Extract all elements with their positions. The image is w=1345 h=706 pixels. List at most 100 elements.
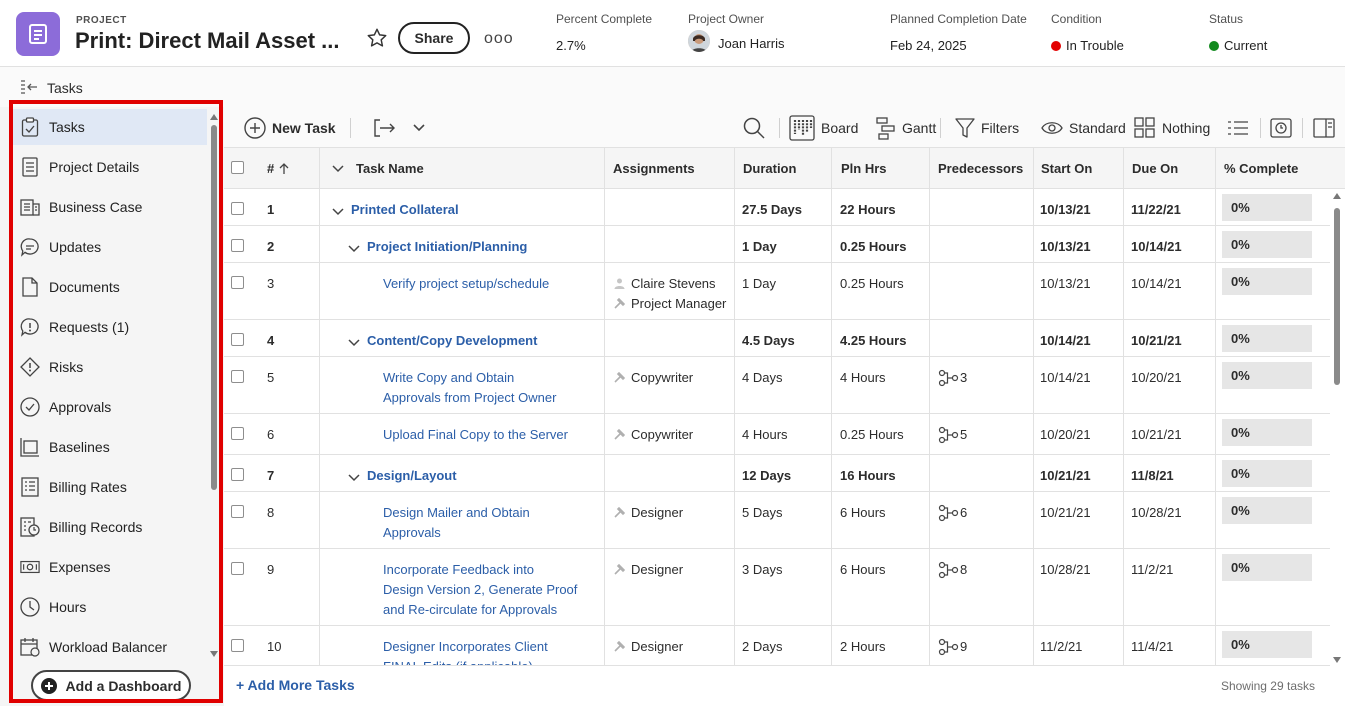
planned-hours[interactable]: 0.25 Hours	[840, 274, 904, 294]
planned-hours[interactable]: 16 Hours	[840, 466, 896, 486]
task-name-link[interactable]: Designer Incorporates Client FINAL Edits …	[383, 637, 548, 665]
planned-hours[interactable]: 6 Hours	[840, 503, 886, 523]
chevron-down-icon[interactable]	[348, 334, 360, 352]
percent-complete-cell[interactable]: 0%	[1222, 554, 1312, 581]
planned-hours[interactable]: 6 Hours	[840, 560, 886, 580]
project-title[interactable]: Print: Direct Mail Asset ...	[75, 28, 339, 54]
column-header-due-on[interactable]: Due On	[1132, 148, 1178, 189]
table-row[interactable]: 2 Project Initiation/Planning 1 Day 0.25 Ho…	[224, 226, 1330, 263]
predecessors[interactable]: 8	[938, 560, 967, 580]
percent-complete-cell[interactable]: 0%	[1222, 362, 1312, 389]
assignments[interactable]: Copywriter	[614, 425, 693, 445]
due-date[interactable]: 10/14/21	[1131, 237, 1182, 257]
predecessors[interactable]: 9	[938, 637, 967, 657]
predecessors[interactable]: 5	[938, 425, 967, 445]
task-name-link[interactable]: Design/Layout	[367, 466, 457, 486]
due-date[interactable]: 11/22/21	[1131, 200, 1181, 220]
percent-complete-cell[interactable]: 0%	[1222, 631, 1312, 658]
sidebar-item-project-details[interactable]: Project Details	[13, 149, 207, 185]
assignments[interactable]: Claire Stevens Project Manager	[614, 274, 726, 314]
start-date[interactable]: 10/20/21	[1040, 425, 1091, 445]
duration[interactable]: 3 Days	[742, 560, 782, 580]
search-icon[interactable]	[742, 107, 772, 148]
duration[interactable]: 5 Days	[742, 503, 782, 523]
sidebar-item-risks[interactable]: Risks	[13, 349, 207, 385]
row-checkbox[interactable]	[231, 562, 244, 575]
column-header-task-name[interactable]: Task Name	[332, 148, 424, 189]
due-date[interactable]: 10/28/21	[1131, 503, 1182, 523]
table-row[interactable]: 3 Verify project setup/schedule Claire Ste…	[224, 263, 1330, 320]
assignments[interactable]: Designer	[614, 560, 683, 580]
gantt-view-button[interactable]: Gantt	[876, 107, 936, 148]
project-owner-value[interactable]: Joan Harris	[718, 36, 784, 51]
percent-complete-cell[interactable]: 0%	[1222, 194, 1312, 221]
task-name-link[interactable]: Printed Collateral	[351, 200, 459, 220]
table-row[interactable]: 5 Write Copy and Obtain Approvals from Pro…	[224, 357, 1330, 414]
due-date[interactable]: 11/4/21	[1131, 637, 1173, 657]
due-date[interactable]: 11/8/21	[1131, 466, 1174, 486]
duration[interactable]: 2 Days	[742, 637, 782, 657]
predecessors[interactable]: 3	[938, 368, 967, 388]
sidebar-item-expenses[interactable]: Expenses	[13, 549, 207, 585]
due-date[interactable]: 10/21/21	[1131, 425, 1182, 445]
column-header-duration[interactable]: Duration	[743, 148, 796, 189]
start-date[interactable]: 10/13/21	[1040, 237, 1091, 257]
percent-complete-cell[interactable]: 0%	[1222, 325, 1312, 352]
timeline-icon[interactable]	[1270, 107, 1298, 148]
planned-hours[interactable]: 4 Hours	[840, 368, 886, 388]
sidebar-item-business-case[interactable]: Business Case	[13, 189, 207, 225]
task-name-link[interactable]: Content/Copy Development	[367, 331, 537, 351]
grouping-selector[interactable]: Nothing	[1134, 107, 1210, 148]
assignments[interactable]: Designer	[614, 637, 683, 657]
assignments[interactable]: Copywriter	[614, 368, 693, 388]
due-date[interactable]: 10/21/21	[1131, 331, 1182, 351]
table-row[interactable]: 8 Design Mailer and Obtain Approvals Design…	[224, 492, 1330, 549]
row-checkbox[interactable]	[231, 239, 244, 252]
start-date[interactable]: 10/14/21	[1040, 368, 1091, 388]
sidebar-item-hours[interactable]: Hours	[13, 589, 207, 625]
due-date[interactable]: 10/14/21	[1131, 274, 1182, 294]
duration[interactable]: 12 Days	[742, 466, 791, 486]
add-dashboard-button[interactable]: Add a Dashboard	[31, 670, 191, 701]
collapse-sidebar-icon[interactable]	[20, 79, 40, 100]
percent-complete-cell[interactable]: 0%	[1222, 460, 1312, 487]
planned-hours[interactable]: 0.25 Hours	[840, 237, 906, 257]
row-checkbox[interactable]	[231, 276, 244, 289]
select-all-checkbox[interactable]	[231, 161, 244, 174]
sidebar-item-billing-records[interactable]: Billing Records	[13, 509, 207, 545]
task-name-link[interactable]: Upload Final Copy to the Server	[383, 425, 568, 445]
duration[interactable]: 4 Days	[742, 368, 782, 388]
column-header-start-on[interactable]: Start On	[1041, 148, 1092, 189]
status-value[interactable]: Current	[1224, 38, 1267, 53]
avatar[interactable]	[688, 30, 710, 52]
task-name-link[interactable]: Write Copy and Obtain Approvals from Proj…	[383, 368, 556, 408]
sidebar-scroll-thumb[interactable]	[211, 125, 217, 490]
row-checkbox[interactable]	[231, 639, 244, 652]
percent-complete-cell[interactable]: 0%	[1222, 497, 1312, 524]
sidebar-item-billing-rates[interactable]: Billing Rates	[13, 469, 207, 505]
row-checkbox[interactable]	[231, 370, 244, 383]
list-settings-icon[interactable]	[1227, 107, 1255, 148]
panel-toggle-icon[interactable]	[1313, 107, 1341, 148]
duration[interactable]: 1 Day	[742, 274, 776, 294]
sidebar-item-updates[interactable]: Updates	[13, 229, 207, 265]
view-selector[interactable]: Standard	[1041, 107, 1126, 148]
table-row[interactable]: 10 Designer Incorporates Client FINAL Edit…	[224, 626, 1330, 666]
percent-complete-cell[interactable]: 0%	[1222, 231, 1312, 258]
predecessors[interactable]: 6	[938, 503, 967, 523]
duration[interactable]: 27.5 Days	[742, 200, 802, 220]
row-checkbox[interactable]	[231, 202, 244, 215]
table-row[interactable]: 7 Design/Layout 12 Days 16 Hours 10/21/21 11/…	[224, 455, 1330, 492]
task-name-link[interactable]: Incorporate Feedback into Design Version …	[383, 560, 577, 620]
duration[interactable]: 1 Day	[742, 237, 777, 257]
row-checkbox[interactable]	[231, 333, 244, 346]
table-row[interactable]: 6 Upload Final Copy to the Server Copywrit…	[224, 414, 1330, 455]
start-date[interactable]: 10/21/21	[1040, 503, 1091, 523]
start-date[interactable]: 10/28/21	[1040, 560, 1091, 580]
start-date[interactable]: 10/21/21	[1040, 466, 1091, 486]
favorite-star-icon[interactable]	[366, 27, 388, 54]
column-header-percent-complete[interactable]: % Complete	[1224, 148, 1298, 189]
more-options-icon[interactable]: ooo	[484, 30, 514, 48]
planned-hours[interactable]: 22 Hours	[840, 200, 896, 220]
assignments[interactable]: Designer	[614, 503, 683, 523]
